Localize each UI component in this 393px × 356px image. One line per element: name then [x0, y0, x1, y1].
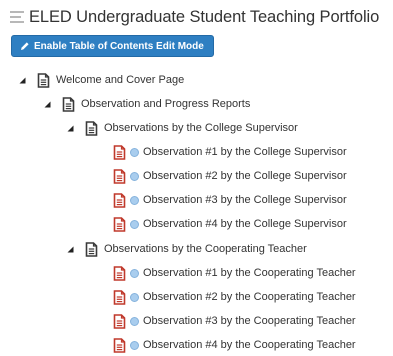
document-icon: [85, 121, 98, 136]
toc-item-label: Observation #2 by the College Supervisor: [143, 170, 347, 182]
circle-dot-icon: [130, 268, 139, 278]
document-icon: [113, 314, 126, 329]
document-icon: [113, 266, 126, 281]
triangle-down-icon[interactable]: [18, 75, 26, 85]
toc-item-observation[interactable]: Observation #4 by the Cooperating Teache…: [113, 334, 356, 356]
toc-item-observation[interactable]: Observation #1 by the Cooperating Teache…: [113, 262, 356, 284]
circle-dot-icon: [130, 195, 139, 205]
document-icon: [113, 169, 126, 184]
toc-item-label: Observation #1 by the Cooperating Teache…: [143, 267, 356, 279]
toc-item-label: Welcome and Cover Page: [56, 74, 185, 86]
circle-dot-icon: [130, 316, 139, 326]
document-icon: [62, 97, 75, 112]
circle-dot-icon: [130, 219, 139, 229]
triangle-down-icon[interactable]: [66, 244, 74, 254]
toc-item-college-supervisor-group[interactable]: Observations by the College Supervisor: [66, 117, 298, 139]
toc-item-label: Observation #4 by the College Supervisor: [143, 218, 347, 230]
page-header: ELED Undergraduate Student Teaching Port…: [10, 5, 379, 29]
enable-toc-edit-mode-label: Enable Table of Contents Edit Mode: [34, 40, 204, 52]
list-lines-icon: [10, 11, 24, 23]
document-icon: [85, 242, 98, 257]
toc-item-label: Observation #1 by the College Supervisor: [143, 146, 347, 158]
document-icon: [113, 290, 126, 305]
circle-dot-icon: [130, 292, 139, 302]
circle-dot-icon: [130, 171, 139, 181]
toc-item-observation[interactable]: Observation #3 by the College Supervisor: [113, 189, 347, 211]
toc-item-label: Observation #4 by the Cooperating Teache…: [143, 339, 356, 351]
document-icon: [113, 193, 126, 208]
toc-item-observation[interactable]: Observation #2 by the College Supervisor: [113, 165, 347, 187]
toc-item-observation[interactable]: Observation #2 by the Cooperating Teache…: [113, 286, 356, 308]
pencil-icon: [21, 42, 29, 50]
document-icon: [113, 338, 126, 353]
circle-dot-icon: [130, 340, 139, 350]
toc-item-observation-reports[interactable]: Observation and Progress Reports: [43, 93, 250, 115]
triangle-down-icon[interactable]: [66, 123, 74, 133]
circle-dot-icon: [130, 147, 139, 157]
toc-item-label: Observation and Progress Reports: [81, 98, 251, 110]
toc-item-cooperating-teacher-group[interactable]: Observations by the Cooperating Teacher: [66, 238, 307, 260]
toc-item-observation[interactable]: Observation #3 by the Cooperating Teache…: [113, 310, 356, 332]
triangle-down-icon[interactable]: [43, 99, 51, 109]
toc-item-observation[interactable]: Observation #4 by the College Supervisor: [113, 213, 347, 235]
page-title: ELED Undergraduate Student Teaching Port…: [29, 7, 380, 26]
toc-item-label: Observations by the College Supervisor: [104, 122, 298, 134]
toc-item-observation[interactable]: Observation #1 by the College Supervisor: [113, 141, 347, 163]
toc-item-label: Observations by the Cooperating Teacher: [104, 243, 307, 255]
document-icon: [37, 73, 50, 88]
toc-item-label: Observation #3 by the College Supervisor: [143, 194, 347, 206]
enable-toc-edit-mode-button[interactable]: Enable Table of Contents Edit Mode: [11, 35, 214, 57]
toc-item-label: Observation #3 by the Cooperating Teache…: [143, 315, 356, 327]
document-icon: [113, 145, 126, 160]
toc-item-label: Observation #2 by the Cooperating Teache…: [143, 291, 356, 303]
toc-item-welcome[interactable]: Welcome and Cover Page: [18, 69, 184, 91]
document-icon: [113, 217, 126, 232]
